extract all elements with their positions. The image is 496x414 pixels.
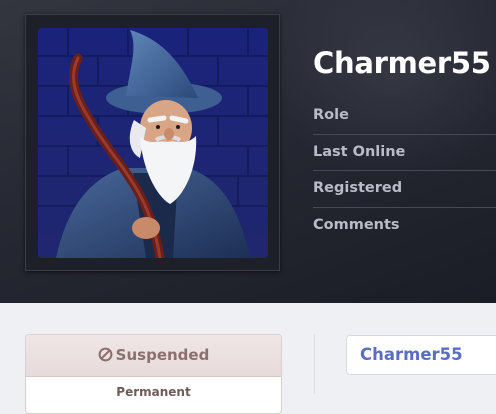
username-link[interactable]: Charmer55 — [346, 335, 496, 375]
column-divider — [314, 334, 315, 394]
status-card-header: Suspended — [26, 335, 281, 377]
profile-username: Charmer55 — [313, 46, 491, 80]
stat-role-label: Role — [313, 98, 496, 135]
wizard-avatar — [38, 28, 268, 258]
profile-header: Charmer55 Role Last Online Registered Co… — [0, 0, 496, 303]
avatar-frame — [25, 14, 280, 271]
stat-registered-label: Registered — [313, 171, 496, 208]
ban-icon — [98, 337, 113, 377]
stat-last-online-label: Last Online — [313, 135, 496, 171]
status-detail: Permanent — [116, 385, 191, 399]
status-card: Suspended Permanent — [25, 334, 282, 414]
profile-stats: Role Last Online Registered Comments — [313, 98, 496, 243]
status-title: Suspended — [115, 346, 210, 364]
stat-comments-label: Comments — [313, 216, 400, 233]
